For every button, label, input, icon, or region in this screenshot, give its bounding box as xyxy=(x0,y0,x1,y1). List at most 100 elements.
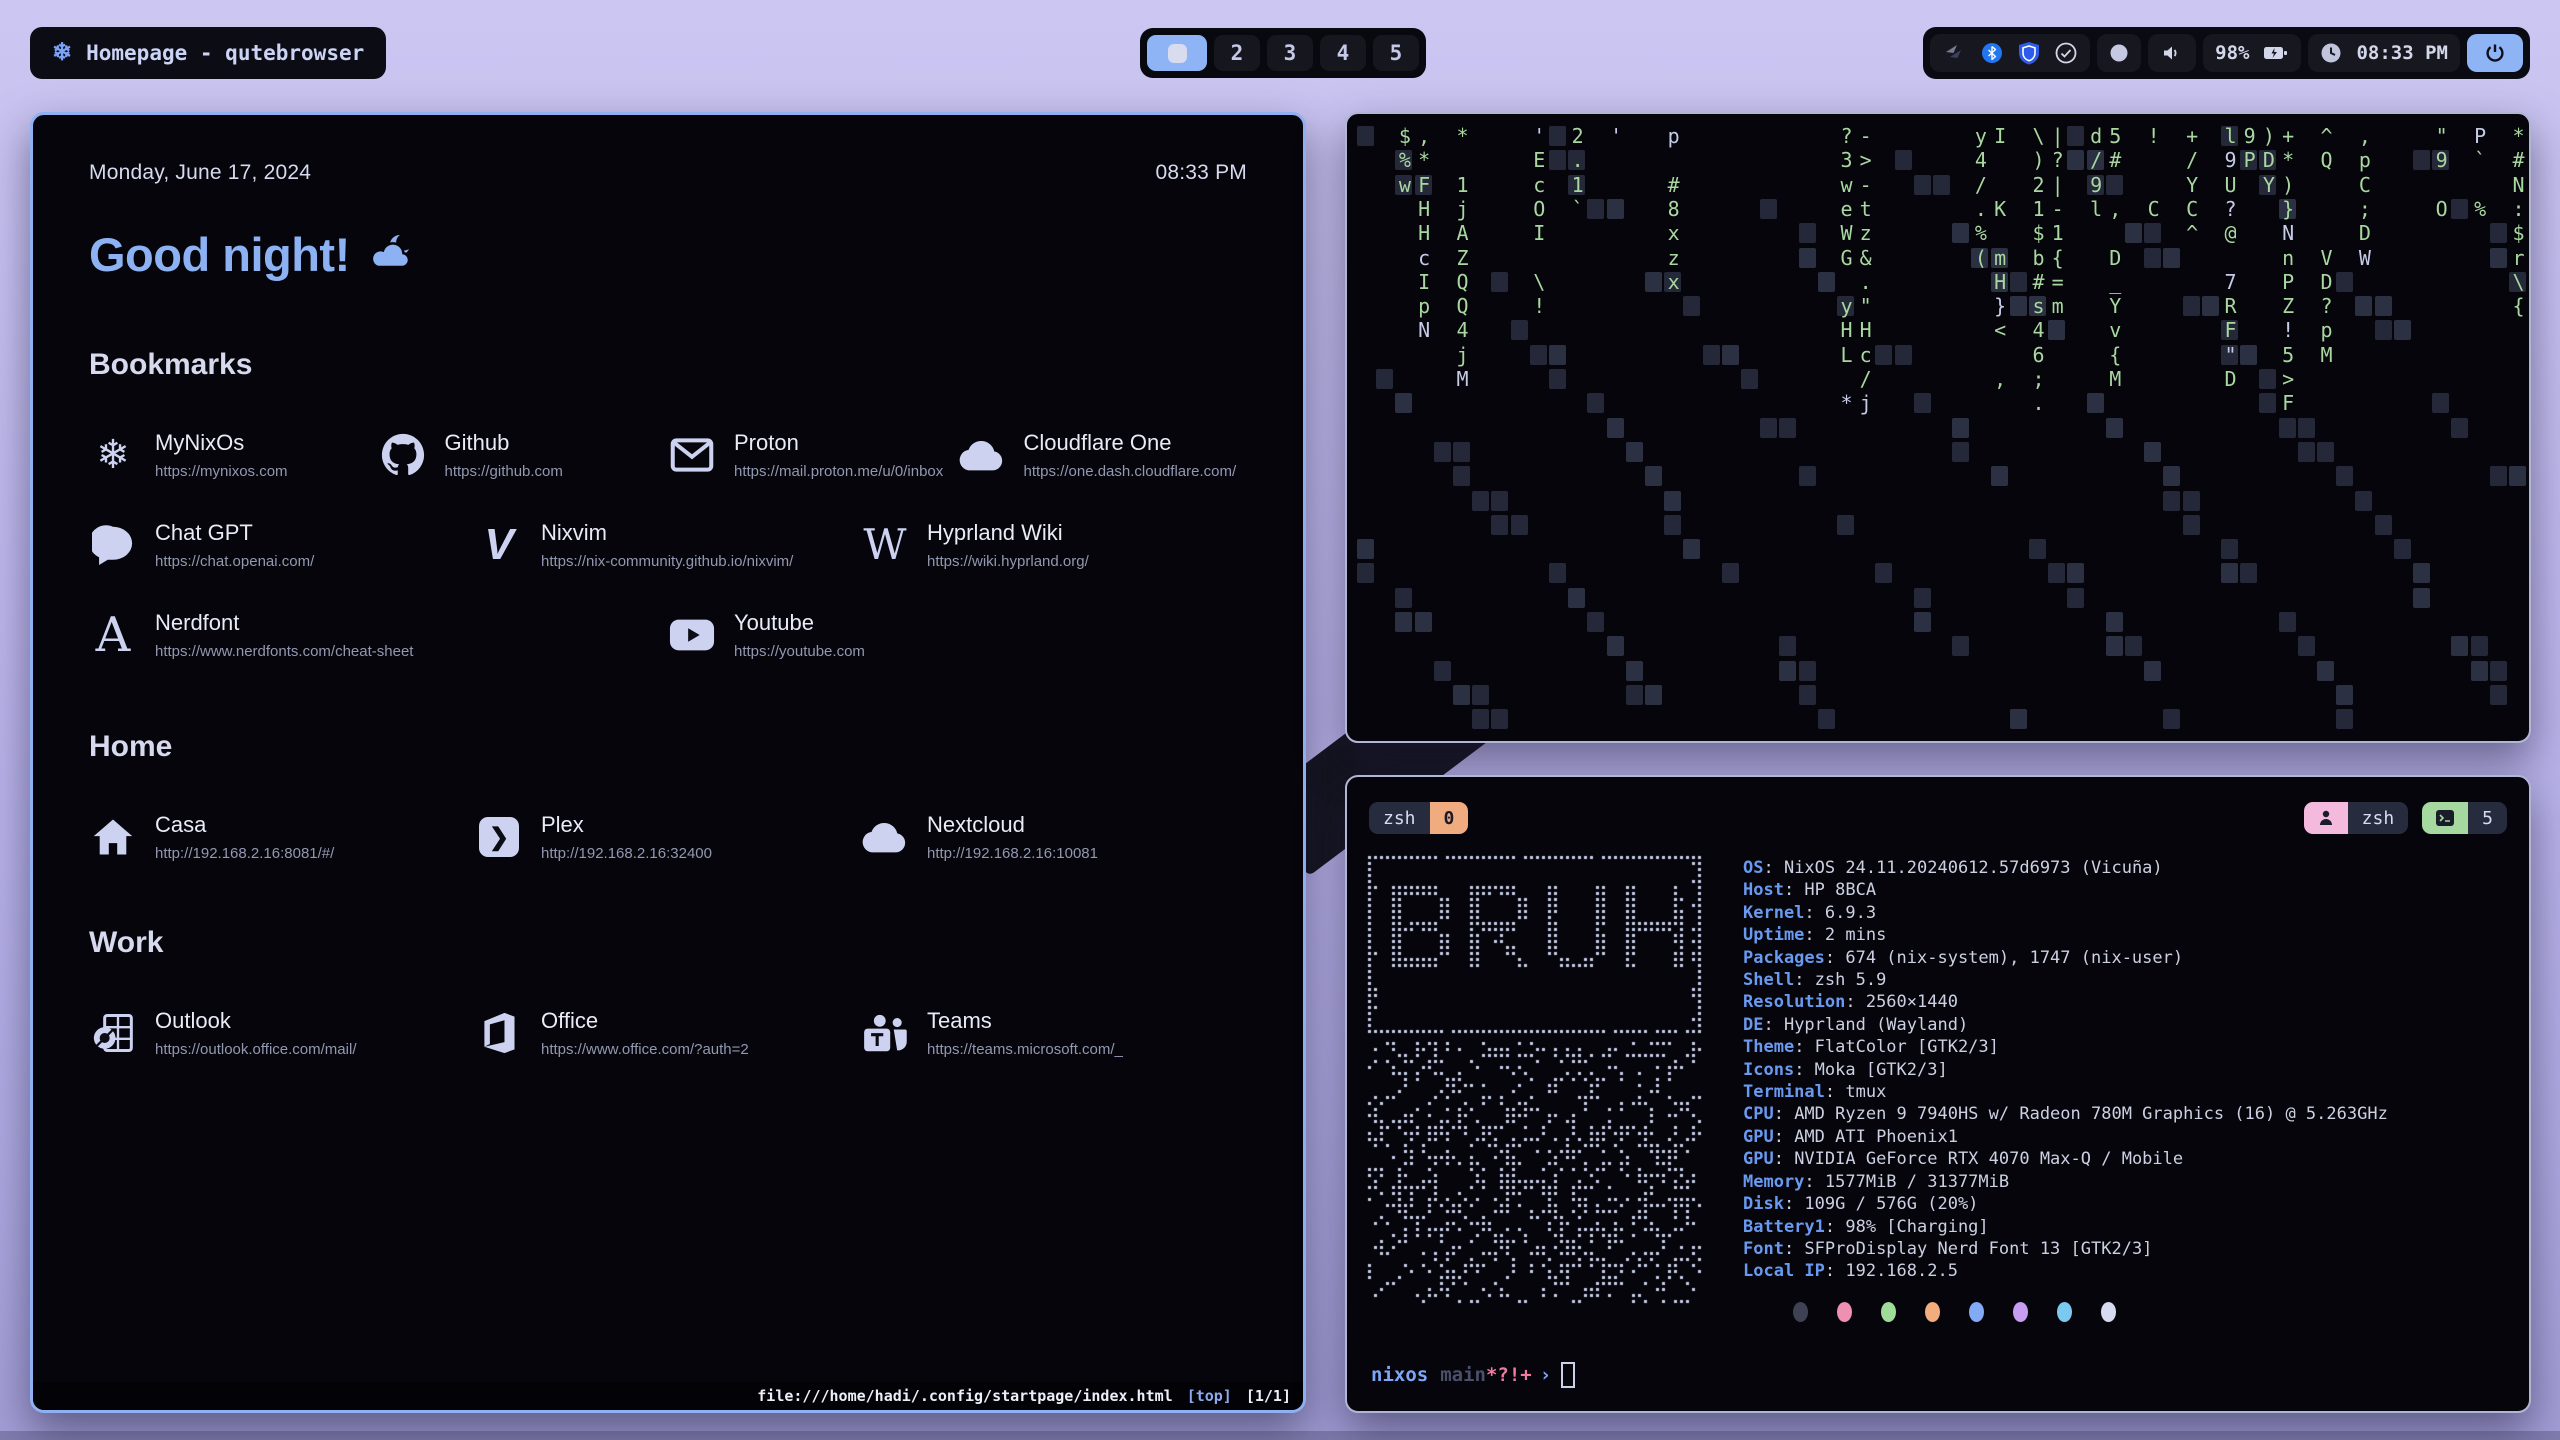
bookmark-item[interactable]: Casa http://192.168.2.16:8081/#/ xyxy=(89,806,475,868)
fastfetch-line: CPU: AMD Ryzen 9 7940HS w/ Radeon 780M G… xyxy=(1743,1103,2388,1125)
workspace-switcher: 2345 xyxy=(1140,28,1426,78)
bookmark-url: https://outlook.office.com/mail/ xyxy=(155,1041,356,1058)
bookmark-item[interactable]: W Hyprland Wiki https://wiki.hyprland.or… xyxy=(861,514,1247,576)
bookmark-item[interactable]: Github https://github.com xyxy=(379,424,669,486)
wallpaper-bottom-strip xyxy=(0,1431,2560,1440)
terminal-icon xyxy=(2422,802,2468,834)
user-icon xyxy=(2304,802,2348,834)
bookmark-name: Nerdfont xyxy=(155,610,413,636)
bookmark-name: Plex xyxy=(541,812,712,838)
section-title: Bookmarks xyxy=(89,348,1247,382)
tray-icons-group xyxy=(1930,34,2090,72)
workspace-button[interactable]: 5 xyxy=(1373,35,1419,71)
workspace-button[interactable]: 2 xyxy=(1214,35,1260,71)
tmux-shell-label: zsh xyxy=(2348,802,2409,834)
palette-dot xyxy=(1925,1302,1940,1322)
nixos-logo-icon: ❄ xyxy=(52,41,72,65)
workspace-button-active[interactable] xyxy=(1147,35,1207,71)
workspace-button[interactable]: 4 xyxy=(1320,35,1366,71)
power-button[interactable] xyxy=(2467,34,2523,72)
bookmark-item[interactable]: Cloudflare One https://one.dash.cloudfla… xyxy=(958,424,1248,486)
bookmark-name: Office xyxy=(541,1008,749,1034)
bookmark-item[interactable]: Office https://www.office.com/?auth=2 xyxy=(475,1002,861,1064)
bookmark-name: Cloudflare One xyxy=(1024,430,1237,456)
bookmark-url: https://mail.proton.me/u/0/inbox xyxy=(734,463,943,480)
cloud-icon xyxy=(958,438,1006,472)
system-tray: 98% 08:33 PM xyxy=(1923,27,2530,79)
plex-icon: ❯ xyxy=(475,817,523,857)
qutebrowser-statusbar: file:///home/hadi/.config/startpage/inde… xyxy=(33,1382,1303,1410)
tmux-window-name: zsh xyxy=(1369,802,1430,834)
taskbar: ❄ Homepage - qutebrowser 2345 98% 08:33 … xyxy=(0,0,2560,92)
bookmark-name: Chat GPT xyxy=(155,520,314,546)
fastfetch-line: DE: Hyprland (Wayland) xyxy=(1743,1014,2388,1036)
shield-icon[interactable] xyxy=(2018,41,2040,65)
bookmark-item[interactable]: A Nerdfont https://www.nerdfonts.com/che… xyxy=(89,604,668,666)
fastfetch-line: Packages: 674 (nix-system), 1747 (nix-us… xyxy=(1743,947,2388,969)
bookmark-item[interactable]: ❯ Plex http://192.168.2.16:32400 xyxy=(475,806,861,868)
prompt-git-branch: main xyxy=(1440,1364,1486,1386)
home-icon xyxy=(89,817,137,857)
volume-icon xyxy=(2160,41,2184,65)
clock-icon xyxy=(2320,42,2342,64)
power-icon xyxy=(2484,42,2506,64)
bookmark-item[interactable]: Nextcloud http://192.168.2.16:10081 xyxy=(861,806,1247,868)
fastfetch-line: Shell: zsh 5.9 xyxy=(1743,969,2388,991)
qutebrowser-window: Monday, June 17, 2024 08:33 PM Good nigh… xyxy=(30,112,1306,1413)
outlook-icon xyxy=(89,1013,137,1053)
fastfetch-line: Kernel: 6.9.3 xyxy=(1743,902,2388,924)
fastfetch-info: OS: NixOS 24.11.20240612.57d6973 (Vicuña… xyxy=(1743,857,2388,1283)
record-indicator[interactable] xyxy=(2097,34,2141,72)
tmux-session-count: 5 xyxy=(2468,802,2507,834)
fastfetch-line: Memory: 1577MiB / 31377MiB xyxy=(1743,1171,2388,1193)
bookmark-name: Proton xyxy=(734,430,943,456)
letter-a-icon: A xyxy=(89,611,137,659)
network-icon[interactable] xyxy=(1942,41,1966,65)
fastfetch-line: Battery1: 98% [Charging] xyxy=(1743,1216,2388,1238)
startpage-section: Home Casa http://192.168.2.16:8081/#/ ❯ … xyxy=(89,730,1247,868)
bookmark-name: Hyprland Wiki xyxy=(927,520,1089,546)
bookmark-name: Casa xyxy=(155,812,334,838)
fastfetch-line: Icons: Moka [GTK2/3] xyxy=(1743,1059,2388,1081)
palette-dot xyxy=(1793,1302,1808,1322)
bookmark-item[interactable]: Outlook https://outlook.office.com/mail/ xyxy=(89,1002,475,1064)
bookmark-url: https://one.dash.cloudflare.com/ xyxy=(1024,463,1237,480)
fastfetch-line: Theme: FlatColor [GTK2/3] xyxy=(1743,1036,2388,1058)
bookmark-name: Youtube xyxy=(734,610,865,636)
bookmark-item[interactable]: V Nixvim https://nix-community.github.io… xyxy=(475,514,861,576)
tmux-window-tab[interactable]: zsh 0 xyxy=(1369,802,1468,834)
tmux-session-widget: 5 xyxy=(2422,802,2507,834)
startpage-time: 08:33 PM xyxy=(1156,161,1248,185)
bookmark-item[interactable]: Youtube https://youtube.com xyxy=(668,604,1247,666)
fastfetch-line: Resolution: 2560×1440 xyxy=(1743,991,2388,1013)
workspace-button[interactable]: 3 xyxy=(1267,35,1313,71)
github-icon xyxy=(379,433,427,477)
palette-dot xyxy=(1969,1302,1984,1322)
shell-prompt: nixos main *?!+ › xyxy=(1371,1362,1575,1388)
fastfetch-line: Host: HP 8BCA xyxy=(1743,879,2388,901)
tmux-status-bar: zsh 0 zsh 5 xyxy=(1369,801,2507,835)
greeting-text: Good night! xyxy=(89,227,350,282)
volume-control[interactable] xyxy=(2148,34,2196,72)
bookmark-name: Github xyxy=(445,430,563,456)
office-icon xyxy=(475,1012,523,1054)
cloud-icon xyxy=(861,820,909,854)
section-title: Home xyxy=(89,730,1247,764)
bluetooth-icon[interactable] xyxy=(1980,41,2004,65)
bookmark-item[interactable]: Chat GPT https://chat.openai.com/ xyxy=(89,514,475,576)
fastfetch-line: Font: SFProDisplay Nerd Font 13 [GTK2/3] xyxy=(1743,1238,2388,1260)
fastfetch-line: Local IP: 192.168.2.5 xyxy=(1743,1260,2388,1282)
fastfetch-line: GPU: NVIDIA GeForce RTX 4070 Max-Q / Mob… xyxy=(1743,1148,2388,1170)
section-title: Work xyxy=(89,926,1247,960)
battery-status[interactable]: 98% xyxy=(2203,34,2301,72)
palette-dot xyxy=(2013,1302,2028,1322)
bookmark-url: https://youtube.com xyxy=(734,643,865,660)
bookmark-item[interactable]: Proton https://mail.proton.me/u/0/inbox xyxy=(668,424,958,486)
bookmark-item[interactable]: ❄ MyNixOs https://mynixos.com xyxy=(89,424,379,486)
bookmark-url: https://www.office.com/?auth=2 xyxy=(541,1041,749,1058)
clock-widget[interactable]: 08:33 PM xyxy=(2308,34,2460,72)
battery-icon xyxy=(2263,43,2289,63)
check-circle-icon[interactable] xyxy=(2054,41,2078,65)
startpage: Monday, June 17, 2024 08:33 PM Good nigh… xyxy=(33,115,1303,1064)
bookmark-item[interactable]: Teams https://teams.microsoft.com/_ xyxy=(861,1002,1247,1064)
